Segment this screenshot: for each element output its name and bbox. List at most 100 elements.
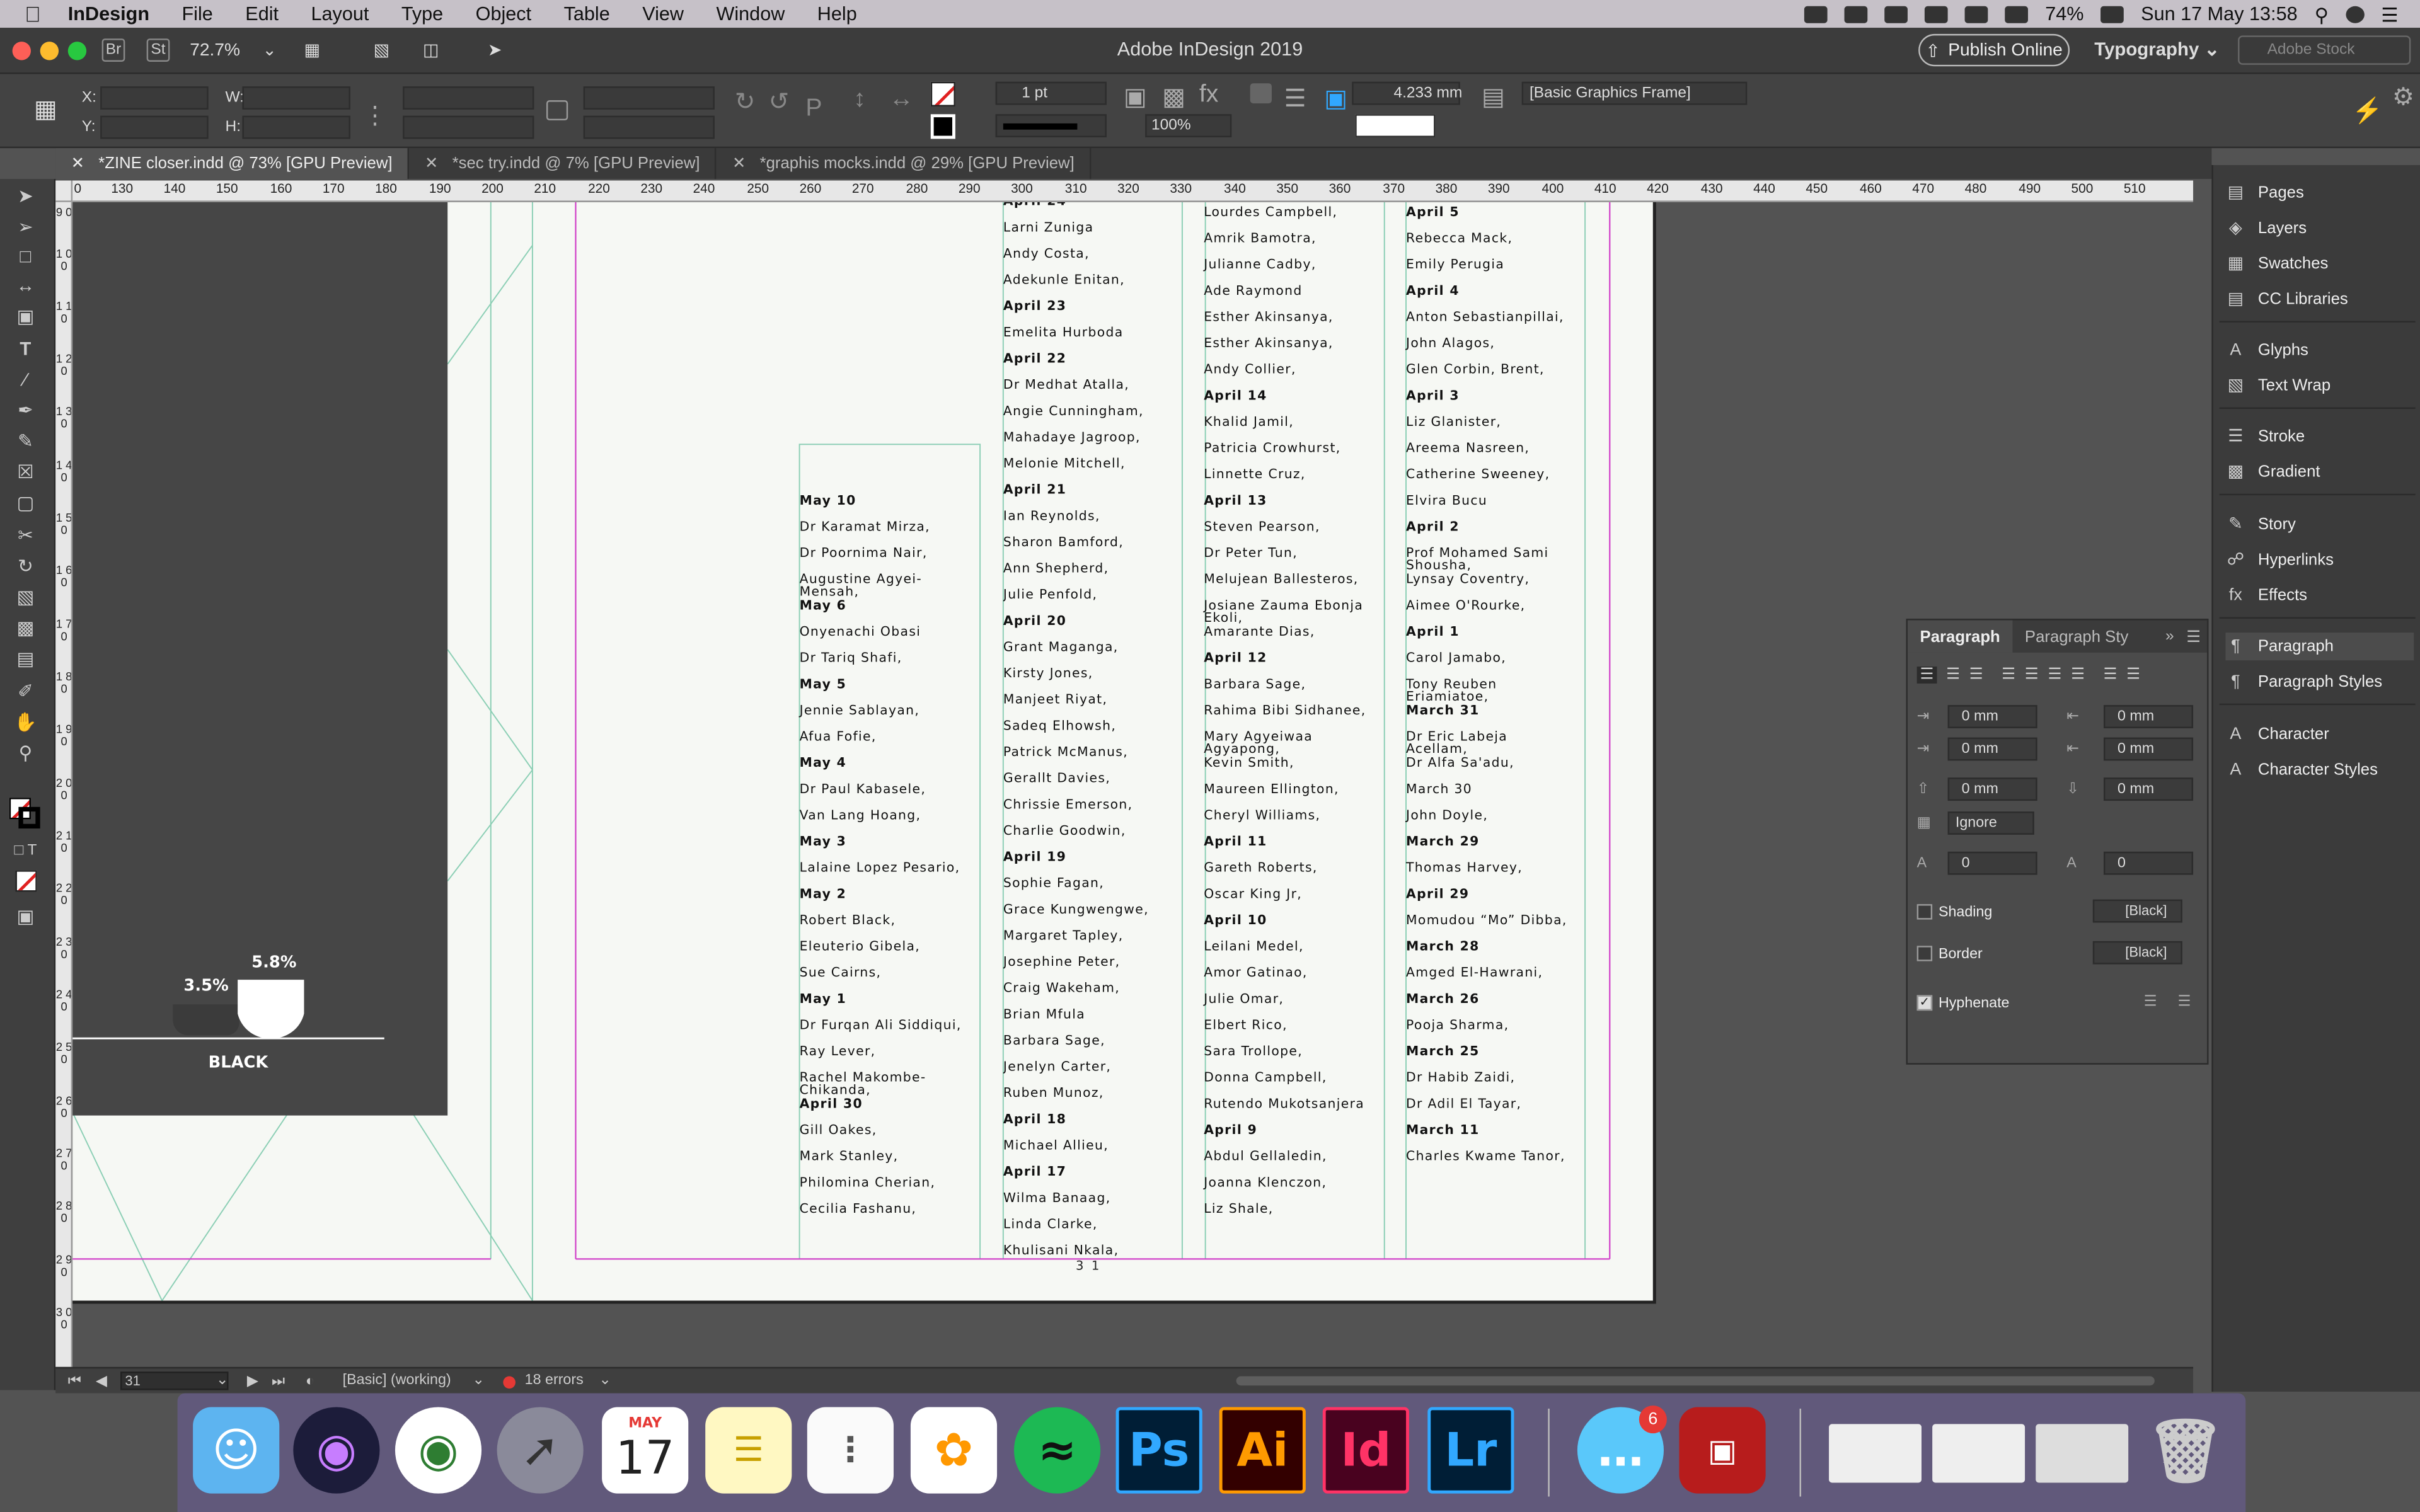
menu-table[interactable]: Table bbox=[564, 3, 610, 25]
rectangle-tool-icon[interactable]: ▢ bbox=[13, 493, 39, 514]
photo-booth-icon[interactable]: ▣ bbox=[1679, 1407, 1766, 1494]
apply-none-icon[interactable] bbox=[15, 870, 37, 892]
space-after-field[interactable]: 0 mm bbox=[2103, 777, 2194, 801]
justify-left-icon[interactable]: ☰ bbox=[2002, 667, 2015, 684]
panel-glyphs[interactable]: A Glyphs bbox=[2225, 336, 2414, 364]
fx-icon[interactable]: fx bbox=[1199, 82, 1221, 108]
object-style-dropdown[interactable]: [Basic Graphics Frame] bbox=[1521, 81, 1748, 105]
user-icon[interactable] bbox=[2345, 5, 2365, 23]
document-style-label[interactable]: [Basic] (working) bbox=[343, 1372, 451, 1389]
close-icon[interactable]: ✕ bbox=[425, 154, 439, 173]
text-column-4[interactable]: April 5 Rebecca Mack, Emily Perugia April 4… bbox=[1406, 203, 1599, 1259]
tab-paragraph[interactable]: Paragraph bbox=[1907, 620, 2013, 653]
ruler-origin[interactable] bbox=[55, 180, 73, 202]
horizontal-ruler[interactable]: 0 130 140 150 160 170 180 190 200 210 22… bbox=[72, 180, 2194, 202]
calendar-icon[interactable]: MAY 17 bbox=[602, 1407, 689, 1494]
offset-field[interactable]: 4.233 mm bbox=[1352, 81, 1462, 105]
reminders-icon[interactable]: ⋮ bbox=[807, 1407, 894, 1494]
dark-graphic-panel[interactable]: 3.5% 5.8% BLACK bbox=[72, 202, 448, 1116]
dropbox-icon[interactable] bbox=[1804, 5, 1828, 23]
gradient-swatch-tool-icon[interactable]: ▧ bbox=[13, 587, 39, 608]
location-icon[interactable] bbox=[1884, 5, 1908, 23]
previous-page-icon[interactable]: ◀ bbox=[96, 1373, 107, 1390]
shading-checkbox[interactable] bbox=[1916, 904, 1933, 920]
rotate-ccw-icon[interactable]: ↺ bbox=[769, 86, 790, 116]
eyedropper-tool-icon[interactable]: ✐ bbox=[13, 681, 39, 702]
panel-cc-libraries[interactable]: ▤ CC Libraries bbox=[2225, 285, 2414, 313]
page-number-field[interactable]: 31 bbox=[120, 1372, 229, 1390]
battery-percent[interactable]: 74% bbox=[2045, 3, 2083, 25]
illustrator-icon[interactable]: Ai bbox=[1219, 1407, 1306, 1494]
align-left-icon[interactable]: ☰ bbox=[1916, 666, 1937, 684]
rotate-cw-icon[interactable]: ↻ bbox=[735, 86, 756, 116]
launchpad-icon[interactable]: ➚ bbox=[497, 1407, 584, 1494]
align-center-icon[interactable]: ☰ bbox=[1946, 667, 1960, 684]
spread[interactable]: 3.5% 5.8% BLACK May 10 Dr Karamat Mirza, D… bbox=[72, 202, 1653, 1301]
flip-vertical-icon[interactable]: ↔ bbox=[889, 86, 914, 113]
tab-graphis-mocks[interactable]: ✕ *graphis mocks.indd @ 29% [GPU Preview] bbox=[717, 148, 1092, 180]
publish-online-button[interactable]: ⇧ Publish Online bbox=[1918, 33, 2070, 67]
paragraph-composer-icon[interactable]: ☰ bbox=[2178, 994, 2191, 1011]
photos-icon[interactable]: ✿ bbox=[910, 1407, 998, 1494]
chevron-down-icon[interactable]: ⌄ bbox=[599, 1372, 611, 1389]
flip-horizontal-icon[interactable]: ↕ bbox=[853, 86, 875, 113]
panel-pages[interactable]: ▤ Pages bbox=[2225, 179, 2414, 207]
reference-point-icon[interactable]: ▦ bbox=[34, 94, 65, 125]
chevron-down-icon[interactable]: ⌄ bbox=[216, 1372, 229, 1389]
menu-view[interactable]: View bbox=[642, 3, 684, 25]
rotation-field[interactable] bbox=[583, 86, 715, 110]
next-page-icon[interactable]: ▶ bbox=[247, 1373, 258, 1390]
panel-gradient[interactable]: ▩ Gradient bbox=[2225, 458, 2414, 486]
horizontal-scrollbar[interactable] bbox=[1236, 1376, 2155, 1386]
page-tool-icon[interactable]: □ bbox=[13, 246, 39, 267]
pen-tool-icon[interactable]: ✒ bbox=[13, 401, 39, 421]
tab-paragraph-styles[interactable]: Paragraph Sty bbox=[2012, 627, 2141, 646]
formatting-affects-icon[interactable]: □ T bbox=[13, 841, 39, 861]
zoom-tool-icon[interactable]: ⚲ bbox=[13, 743, 39, 764]
type-tool-icon[interactable]: T bbox=[13, 339, 39, 360]
pencil-tool-icon[interactable]: ✎ bbox=[13, 431, 39, 452]
note-tool-icon[interactable]: ▤ bbox=[13, 649, 39, 670]
menu-object[interactable]: Object bbox=[476, 3, 532, 25]
scale-y-field[interactable] bbox=[403, 115, 534, 139]
gap-tool-icon[interactable]: ↔ bbox=[13, 275, 39, 296]
menu-layout[interactable]: Layout bbox=[311, 3, 369, 25]
x-field[interactable] bbox=[100, 86, 209, 110]
selection-tool-icon[interactable]: ➤ bbox=[13, 186, 39, 207]
photoshop-icon[interactable]: Ps bbox=[1115, 1407, 1202, 1494]
notes-icon[interactable]: ☰ bbox=[705, 1407, 792, 1494]
constrain-scale-icon[interactable] bbox=[546, 100, 568, 121]
menu-help[interactable]: Help bbox=[817, 3, 857, 25]
right-indent-field[interactable]: 0 mm bbox=[2103, 705, 2194, 728]
panel-paragraph[interactable]: ¶ Paragraph bbox=[2225, 633, 2414, 661]
direct-selection-tool-icon[interactable]: ➢ bbox=[13, 217, 39, 238]
y-field[interactable] bbox=[100, 115, 209, 139]
panel-paragraph-styles[interactable]: ¶ Paragraph Styles bbox=[2225, 668, 2414, 696]
stroke-type-dropdown[interactable] bbox=[995, 114, 1107, 137]
w-field[interactable] bbox=[242, 86, 350, 110]
text-frame-icon[interactable]: P bbox=[805, 96, 827, 122]
text-column-2[interactable]: April 24 Larni Zuniga Andy Costa, Adekunle … bbox=[1003, 202, 1189, 1259]
battery-icon[interactable] bbox=[2100, 5, 2124, 23]
line-tool-icon[interactable]: ∕ bbox=[13, 370, 39, 391]
panel-swatches[interactable]: ▦ Swatches bbox=[2225, 250, 2414, 278]
space-before-field[interactable]: 0 mm bbox=[1947, 777, 2037, 801]
finder-icon[interactable]: ☺ bbox=[193, 1407, 280, 1494]
lightroom-icon[interactable]: Lr bbox=[1427, 1407, 1514, 1494]
menu-type[interactable]: Type bbox=[401, 3, 443, 25]
vertical-ruler[interactable]: 9 0 1 0 0 1 1 0 1 2 0 1 3 0 1 4 0 1 5 0 … bbox=[55, 202, 73, 1367]
scissors-tool-icon[interactable]: ✂ bbox=[13, 525, 39, 546]
first-line-indent-field[interactable]: 0 mm bbox=[1947, 737, 2037, 761]
wrap-preview[interactable] bbox=[1355, 114, 1436, 137]
scale-x-field[interactable] bbox=[403, 86, 534, 110]
align-left-icon[interactable] bbox=[1250, 83, 1272, 104]
align-away-spine-icon[interactable]: ☰ bbox=[2126, 667, 2140, 684]
content-collector-icon[interactable]: ▣ bbox=[13, 306, 39, 327]
border-checkbox[interactable] bbox=[1916, 946, 1933, 961]
left-indent-field[interactable]: 0 mm bbox=[1947, 705, 2037, 728]
rectangle-frame-tool-icon[interactable]: ☒ bbox=[13, 462, 39, 483]
shading-color-dropdown[interactable]: [Black] bbox=[2092, 899, 2182, 923]
volume-icon[interactable] bbox=[2005, 5, 2029, 23]
tab-sec-try[interactable]: ✕ *sec try.indd @ 7% [GPU Preview] bbox=[410, 148, 717, 180]
opacity-field[interactable]: 100% bbox=[1145, 114, 1232, 137]
